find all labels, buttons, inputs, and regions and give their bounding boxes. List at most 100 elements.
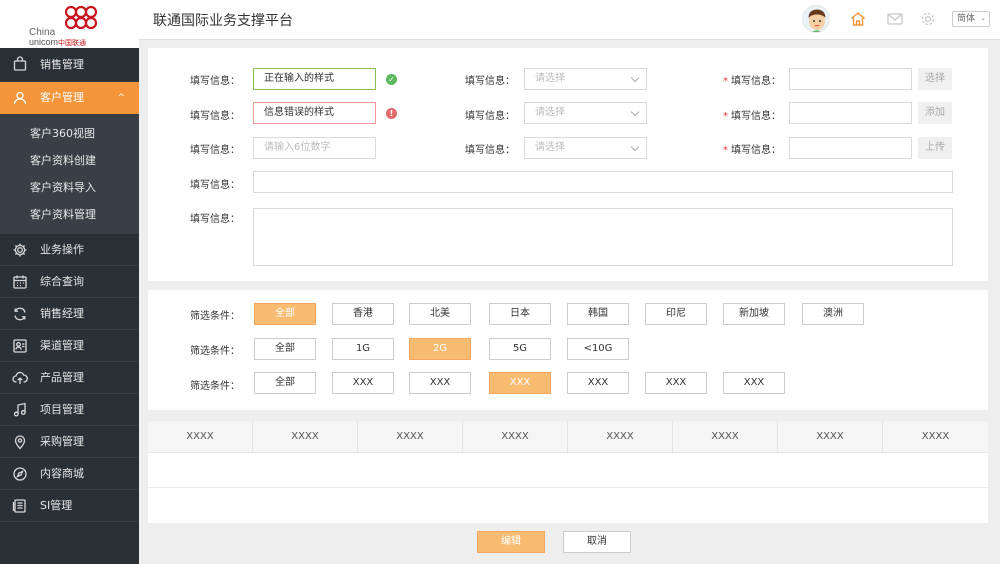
table-header-cell[interactable]: XXXX bbox=[568, 421, 673, 453]
china-unicom-knot-logo bbox=[64, 5, 98, 30]
add-button[interactable]: 添加 bbox=[918, 102, 952, 124]
sidebar-item-channel[interactable]: 渠道管理 bbox=[0, 330, 139, 362]
home-icon[interactable] bbox=[849, 10, 867, 28]
table-header-cell[interactable]: XXXX bbox=[463, 421, 568, 453]
filter-region-north-america[interactable]: 北美 bbox=[409, 303, 471, 325]
sidebar-item-label: 项目管理 bbox=[40, 403, 84, 416]
filter-option[interactable]: XXX bbox=[723, 372, 785, 394]
form-label: 填写信息： bbox=[465, 76, 515, 87]
table-header-cell[interactable]: XXXX bbox=[148, 421, 253, 453]
avatar[interactable] bbox=[802, 5, 830, 33]
select-dropdown[interactable]: 请选择 bbox=[524, 137, 647, 159]
filter-region-korea[interactable]: 韩国 bbox=[567, 303, 629, 325]
sidebar-item-project[interactable]: 项目管理 bbox=[0, 394, 139, 426]
submenu-item-customer-import[interactable]: 客户资料导入 bbox=[0, 174, 139, 201]
form-label: 填写信息： bbox=[190, 145, 240, 156]
table-header-cell[interactable]: XXXX bbox=[673, 421, 778, 453]
sidebar-item-label: 产品管理 bbox=[40, 371, 84, 384]
sidebar-item-sales[interactable]: 销售管理 bbox=[0, 48, 139, 82]
sidebar-item-customer[interactable]: 客户管理 ^ bbox=[0, 82, 139, 114]
six-digit-input[interactable]: 请输入6位数字 bbox=[253, 137, 376, 159]
table-header-cell[interactable]: XXXX bbox=[778, 421, 883, 453]
submenu-item-customer-create[interactable]: 客户资料创建 bbox=[0, 147, 139, 174]
form-label-required: * 填写信息： bbox=[713, 72, 781, 87]
filter-data-5g[interactable]: 5G bbox=[489, 338, 551, 360]
filter-region-all[interactable]: 全部 bbox=[254, 303, 316, 325]
sidebar-item-product[interactable]: 产品管理 bbox=[0, 362, 139, 394]
location-pin-icon bbox=[14, 435, 26, 450]
calendar-icon bbox=[13, 275, 27, 289]
cloud-upload-icon bbox=[12, 371, 28, 384]
logo-text-unicom: unicom中国联通 bbox=[29, 37, 86, 48]
error-alert-icon: ! bbox=[386, 108, 397, 119]
select-placeholder: 请选择 bbox=[535, 73, 565, 84]
gear-icon[interactable] bbox=[919, 10, 937, 28]
filter-option[interactable]: XXX bbox=[645, 372, 707, 394]
filter-region-japan[interactable]: 日本 bbox=[489, 303, 551, 325]
select-dropdown[interactable]: 请选择 bbox=[524, 102, 647, 124]
header: 联通国际业务支撑平台 简体 ⌄ bbox=[139, 0, 1000, 40]
logo: China unicom中国联通 bbox=[0, 0, 139, 48]
text-input-typing[interactable]: 正在输入的样式 bbox=[253, 68, 376, 90]
edit-button[interactable]: 编辑 bbox=[477, 531, 545, 553]
table-header-cell[interactable]: XXXX bbox=[358, 421, 463, 453]
filter-option[interactable]: XXX bbox=[332, 372, 394, 394]
logo-text-unicom-cn: 中国联通 bbox=[58, 40, 87, 47]
refresh-icon bbox=[14, 307, 26, 321]
language-select-value: 简体 bbox=[957, 14, 976, 24]
contact-card-icon bbox=[13, 339, 27, 353]
form-label: 填写信息： bbox=[465, 111, 515, 122]
text-input[interactable] bbox=[789, 137, 912, 159]
filter-region-australia[interactable]: 澳洲 bbox=[802, 303, 864, 325]
avatar-face-icon bbox=[803, 6, 829, 32]
form-label: 填写信息： bbox=[190, 111, 240, 122]
form-label: 填写信息： bbox=[190, 214, 240, 225]
text-input[interactable] bbox=[789, 68, 912, 90]
sidebar-item-si[interactable]: SI管理 bbox=[0, 490, 139, 522]
filter-data-all[interactable]: 全部 bbox=[254, 338, 316, 360]
choose-button[interactable]: 选择 bbox=[918, 68, 952, 90]
filter-data-2g[interactable]: 2G bbox=[409, 338, 471, 360]
upload-button[interactable]: 上传 bbox=[918, 137, 952, 159]
submenu-item-customer-manage[interactable]: 客户资料管理 bbox=[0, 201, 139, 228]
shopping-bag-icon bbox=[13, 56, 27, 71]
text-input-error[interactable]: 信息错误的样式 bbox=[253, 102, 376, 124]
sidebar-item-label: 客户管理 bbox=[40, 91, 84, 104]
cancel-button[interactable]: 取消 bbox=[563, 531, 631, 553]
filter-data-1g[interactable]: 1G bbox=[332, 338, 394, 360]
table-row[interactable] bbox=[148, 488, 988, 522]
sidebar-item-label: 综合查询 bbox=[40, 275, 84, 288]
form-label: 填写信息： bbox=[190, 180, 240, 191]
sidebar-item-label: 销售经理 bbox=[40, 307, 84, 320]
filter-option-all[interactable]: 全部 bbox=[254, 372, 316, 394]
chevron-down-icon: ⌄ bbox=[980, 14, 986, 22]
wide-text-input[interactable] bbox=[253, 171, 953, 193]
table-row[interactable] bbox=[148, 454, 988, 488]
filter-region-hongkong[interactable]: 香港 bbox=[332, 303, 394, 325]
mail-icon[interactable] bbox=[886, 10, 904, 28]
required-asterisk: * bbox=[723, 76, 728, 87]
filter-option[interactable]: XXX bbox=[409, 372, 471, 394]
sidebar-item-query[interactable]: 综合查询 bbox=[0, 266, 139, 298]
sidebar-item-content-store[interactable]: 内容商城 bbox=[0, 458, 139, 490]
filter-option-selected[interactable]: XXX bbox=[489, 372, 551, 394]
sidebar-item-label: 业务操作 bbox=[40, 243, 84, 256]
filter-data-under-10g[interactable]: <10G bbox=[567, 338, 629, 360]
table-header-cell[interactable]: XXXX bbox=[253, 421, 358, 453]
sidebar-item-business[interactable]: 业务操作 bbox=[0, 234, 139, 266]
text-input[interactable] bbox=[789, 102, 912, 124]
chevron-down-icon bbox=[630, 107, 640, 117]
required-asterisk: * bbox=[723, 111, 728, 122]
language-select[interactable]: 简体 ⌄ bbox=[952, 11, 990, 27]
textarea-field[interactable] bbox=[253, 208, 953, 266]
submenu-item-customer-360[interactable]: 客户360视图 bbox=[0, 120, 139, 147]
select-dropdown[interactable]: 请选择 bbox=[524, 68, 647, 90]
table-header: XXXX XXXX XXXX XXXX XXXX XXXX XXXX XXXX bbox=[148, 421, 988, 453]
sidebar-item-sales-manager[interactable]: 销售经理 bbox=[0, 298, 139, 330]
filter-panel: 筛选条件： 全部 香港 北美 日本 韩国 印尼 新加坡 澳洲 筛选条件： 全部 … bbox=[148, 290, 988, 410]
filter-option[interactable]: XXX bbox=[567, 372, 629, 394]
table-header-cell[interactable]: XXXX bbox=[883, 421, 988, 453]
filter-region-singapore[interactable]: 新加坡 bbox=[723, 303, 785, 325]
filter-region-indonesia[interactable]: 印尼 bbox=[645, 303, 707, 325]
sidebar-item-purchase[interactable]: 采购管理 bbox=[0, 426, 139, 458]
